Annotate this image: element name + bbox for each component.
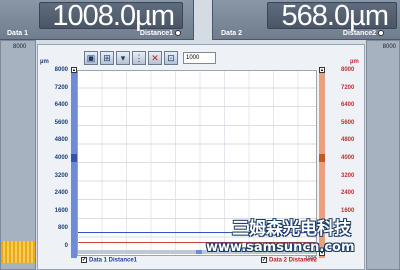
left-bar-gauge: 8000 <box>0 40 36 270</box>
data1-sensor[interactable]: Distance1 <box>140 30 181 37</box>
y-tick-left: 4800 <box>54 137 68 144</box>
y-tick-left: 3200 <box>54 172 68 179</box>
data1-name: Data 1 <box>7 30 29 37</box>
data1-lcd: 1008.0µm <box>39 0 183 32</box>
left-gauge-fill <box>1 241 35 263</box>
y-tick-right: 6400 <box>341 102 355 109</box>
y-tick-right: 1600 <box>341 207 355 214</box>
right-y-scroll-handle[interactable] <box>319 154 325 162</box>
left-gauge-max: 8000 <box>13 44 27 50</box>
data2-value: 568.0µm <box>281 0 389 32</box>
y-tick-left: 7200 <box>54 84 68 91</box>
y-tick-right: 8000 <box>341 67 355 73</box>
right-top-corner-icon[interactable]: ▲ <box>319 67 325 73</box>
cursor-icon[interactable]: ⋮ <box>132 51 146 65</box>
y-tick-left: 8000 <box>54 67 68 73</box>
sensor-select-icon[interactable] <box>175 30 181 37</box>
zoom-fit-icon[interactable]: ▣ <box>84 51 98 65</box>
x-scroll-handle[interactable] <box>196 250 202 254</box>
watermark-url: www.samsuncn.com <box>206 240 355 255</box>
legend-data1-checkbox[interactable]: ✓ <box>81 257 87 263</box>
chart-toolbar: ▣ ⊞ ▾ ⋮ ✕ ⊡ 1000 <box>84 51 216 67</box>
y-tick-left: 0 <box>64 243 68 249</box>
legend-data2[interactable]: ✓ Data 2 Distance2 <box>261 257 317 264</box>
clear-icon[interactable]: ✕ <box>148 51 162 65</box>
y-tick-left: 4000 <box>54 155 68 161</box>
y-tick-right: 2400 <box>341 190 355 197</box>
y-tick-right: 5600 <box>341 119 355 126</box>
y-tick-left: 800 <box>57 225 68 232</box>
legend-data1[interactable]: ✓ Data 1 Distance1 <box>81 257 137 264</box>
y-tick-right: 4800 <box>341 137 355 144</box>
y-tick-right: 4000 <box>341 155 355 161</box>
watermark-company-name: 三姆森光电科技 <box>232 219 351 239</box>
y-tick-left: 5600 <box>54 119 68 126</box>
left-unit-label: µm <box>40 59 49 65</box>
data2-name: Data 2 <box>221 30 243 37</box>
right-bar-gauge: 8000 <box>366 40 400 270</box>
data2-display-panel: 568.0µm Data 2 Distance2 <box>212 0 400 40</box>
y-tick-left: 2400 <box>54 190 68 197</box>
data2-sensor[interactable]: Distance2 <box>343 30 384 37</box>
data1-display-panel: 1008.0µm Data 1 Distance1 <box>0 0 194 40</box>
legend-data2-label: Data 2 Distance2 <box>269 257 318 264</box>
sensor-select-icon[interactable] <box>378 30 384 37</box>
zoom-area-icon[interactable]: ⊞ <box>100 51 114 65</box>
data1-value: 1008.0µm <box>52 0 175 32</box>
right-gauge-max: 8000 <box>382 44 396 50</box>
points-input[interactable]: 1000 <box>183 52 216 64</box>
y-tick-left: 6400 <box>54 102 68 109</box>
data2-lcd: 568.0µm <box>267 0 397 32</box>
save-icon[interactable]: ▾ <box>116 51 130 65</box>
y-tick-right: 7200 <box>341 84 355 91</box>
right-unit-label: µm <box>350 59 359 65</box>
legend-data2-checkbox[interactable]: ✓ <box>261 257 267 263</box>
settings-icon[interactable]: ⊡ <box>164 51 178 65</box>
y-tick-right: 3200 <box>341 172 355 179</box>
y-tick-left: 1600 <box>54 207 68 214</box>
legend-data1-label: Data 1 Distance1 <box>89 257 138 264</box>
